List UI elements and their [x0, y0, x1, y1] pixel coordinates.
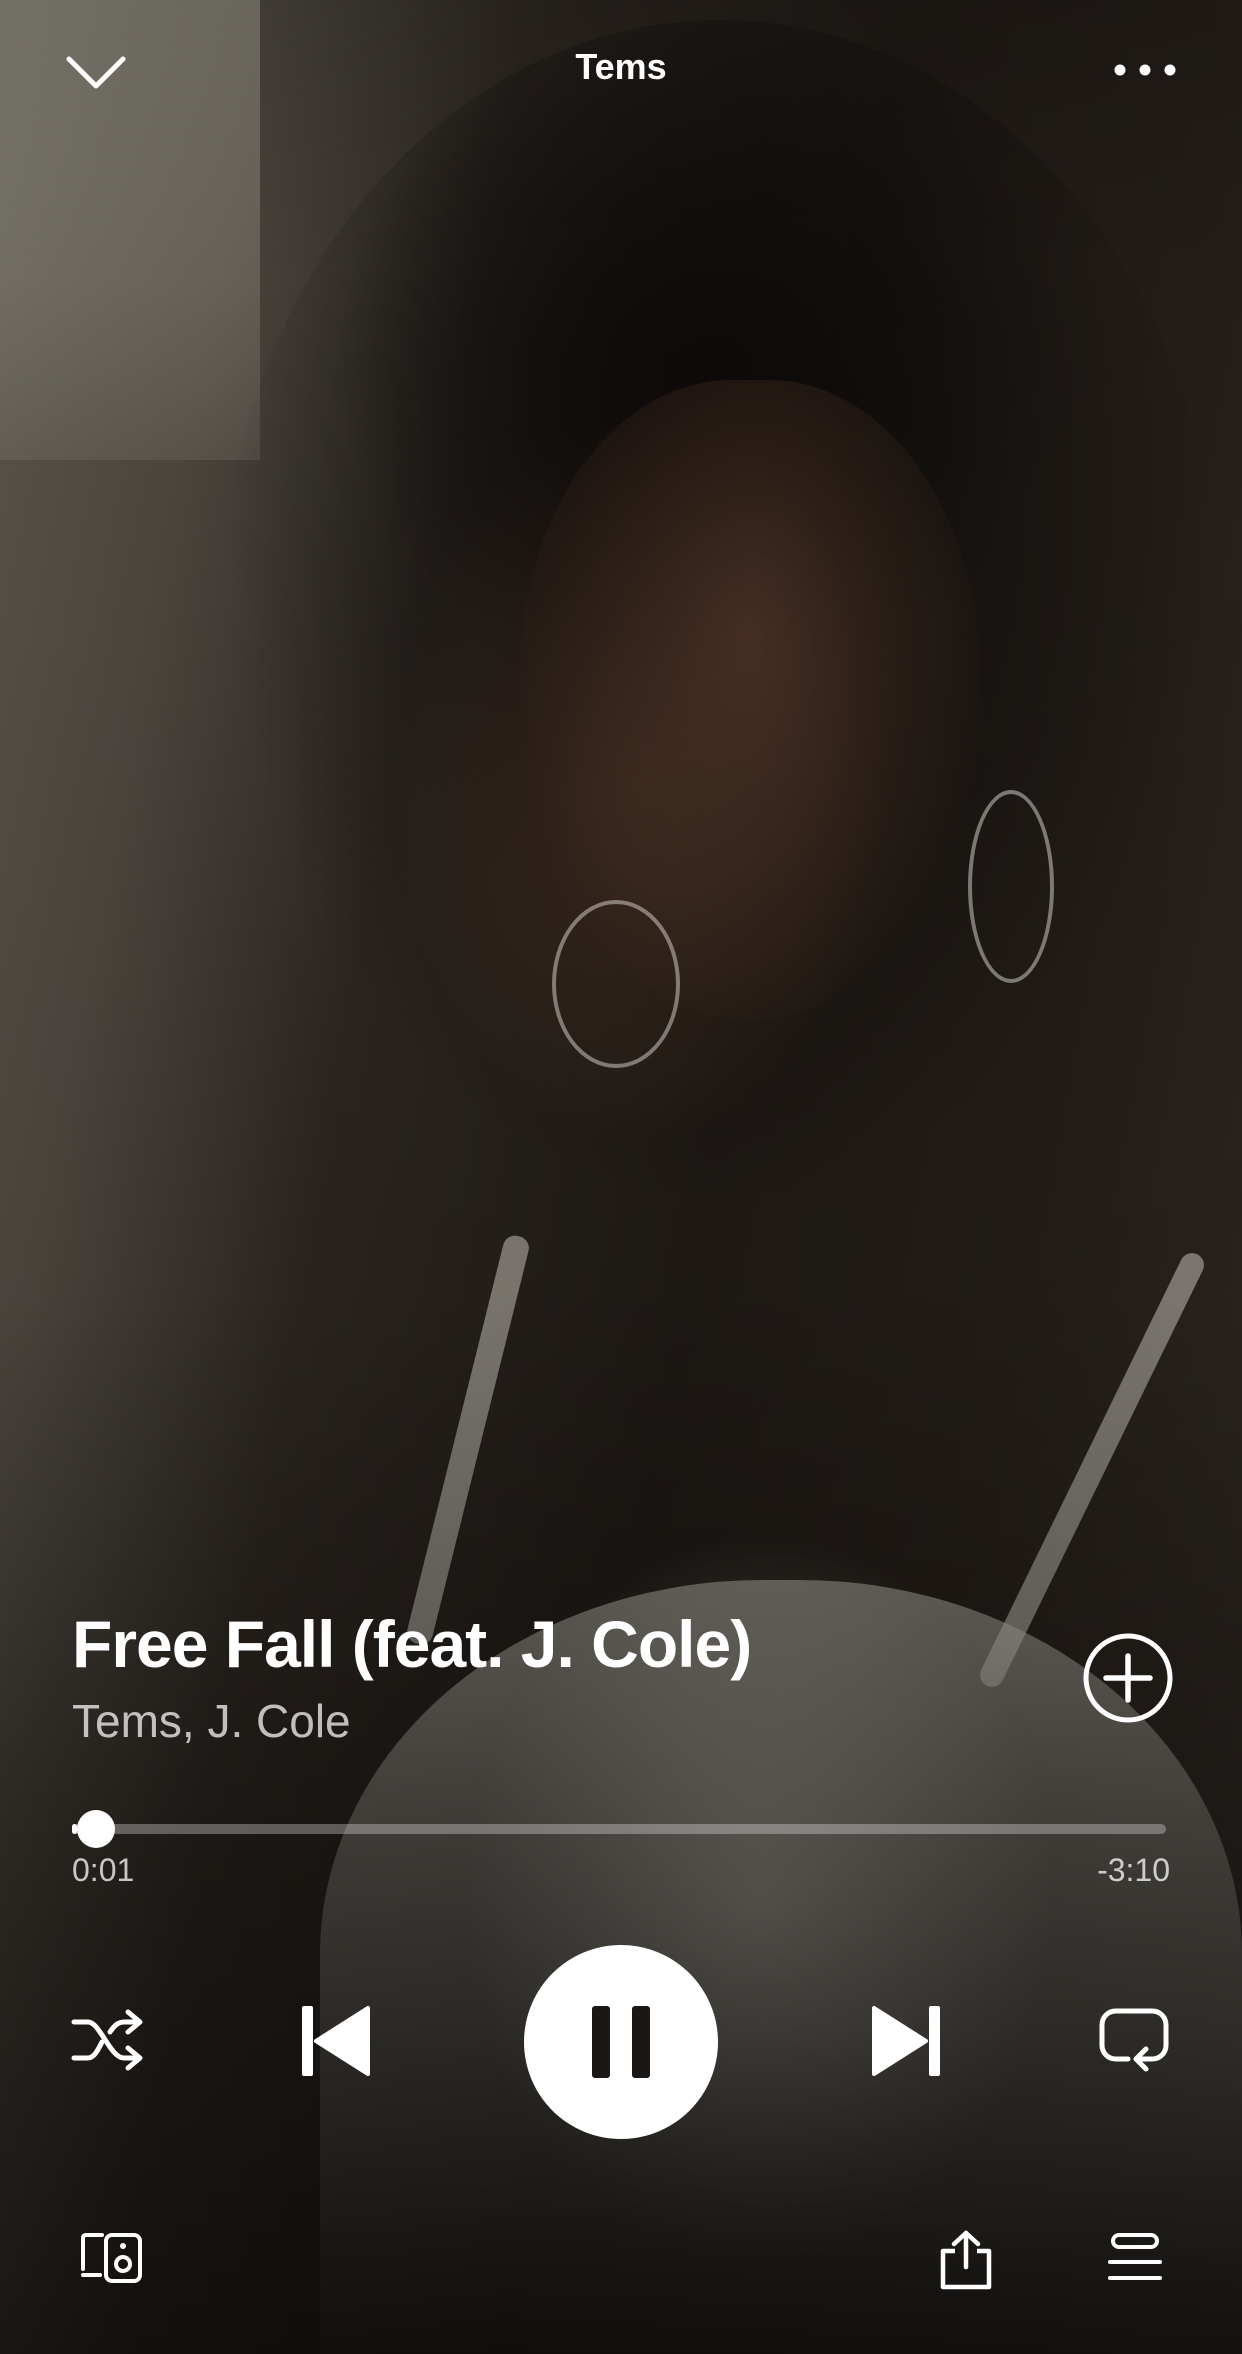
add-to-library-button[interactable] — [1078, 1628, 1178, 1728]
shuffle-icon — [71, 2009, 143, 2071]
remaining-time: -3:10 — [1097, 1852, 1170, 1888]
skip-next-icon — [872, 2006, 940, 2076]
previous-track-button[interactable] — [290, 1996, 380, 2086]
play-pause-button[interactable] — [524, 1945, 718, 2139]
skip-previous-icon — [302, 2006, 370, 2076]
header: Tems — [0, 0, 1242, 150]
more-horizontal-icon — [1114, 64, 1176, 76]
progress-knob[interactable] — [77, 1810, 116, 1848]
share-icon — [940, 2230, 992, 2290]
repeat-icon — [1099, 2008, 1169, 2072]
connect-devices-icon — [81, 2233, 142, 2283]
shuffle-button[interactable] — [66, 1998, 150, 2082]
next-track-button[interactable] — [862, 1996, 952, 2086]
pause-icon — [592, 2006, 650, 2078]
context-title: Tems — [575, 46, 667, 87]
queue-icon — [1108, 2233, 1162, 2280]
queue-button[interactable] — [1100, 2222, 1170, 2294]
progress-bar[interactable] — [72, 1808, 1166, 1848]
more-options-button[interactable] — [1100, 40, 1190, 100]
now-playing-screen: Tems Free Fall (feat. J. Cole) Tems, J. … — [0, 0, 1242, 2354]
track-title: Free Fall (feat. J. Cole) — [72, 1607, 752, 1681]
plus-circle-icon — [1083, 1633, 1173, 1723]
elapsed-time: 0:01 — [72, 1852, 135, 1888]
progress-track — [72, 1824, 1166, 1834]
connect-devices-button[interactable] — [76, 2222, 148, 2294]
share-button[interactable] — [928, 2222, 1004, 2298]
track-artists[interactable]: Tems, J. Cole — [72, 1694, 351, 1748]
repeat-button[interactable] — [1094, 2000, 1174, 2080]
